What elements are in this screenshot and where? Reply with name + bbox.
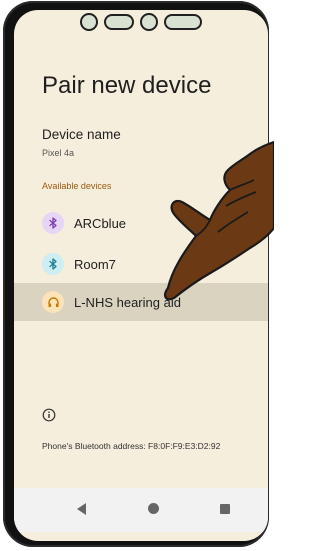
device-label: ARCblue — [74, 215, 127, 231]
bluetooth-icon — [42, 212, 64, 234]
device-name-label[interactable]: Device name — [42, 127, 121, 142]
camera-dot — [80, 13, 98, 31]
system-nav-bar — [14, 488, 268, 532]
back-icon[interactable] — [77, 503, 86, 515]
sensor-dot — [140, 13, 158, 31]
speaker-slot — [104, 14, 134, 30]
hardware-cutout-bar — [14, 10, 268, 34]
page-title: Pair new device — [42, 72, 212, 99]
recents-icon[interactable] — [220, 504, 230, 514]
available-devices-header: Available devices — [42, 181, 112, 191]
home-icon[interactable] — [148, 503, 159, 514]
device-name-value: Pixel 4a — [42, 148, 75, 158]
device-label: Room7 — [74, 256, 116, 272]
bluetooth-address-text: Phone's Bluetooth address: F8:0F:F9:E3:D… — [42, 441, 221, 451]
headphones-icon — [42, 291, 64, 313]
sensor-slot — [164, 14, 202, 30]
info-icon — [42, 408, 56, 422]
pointing-hand-illustration — [164, 140, 274, 301]
bluetooth-icon — [42, 253, 64, 275]
